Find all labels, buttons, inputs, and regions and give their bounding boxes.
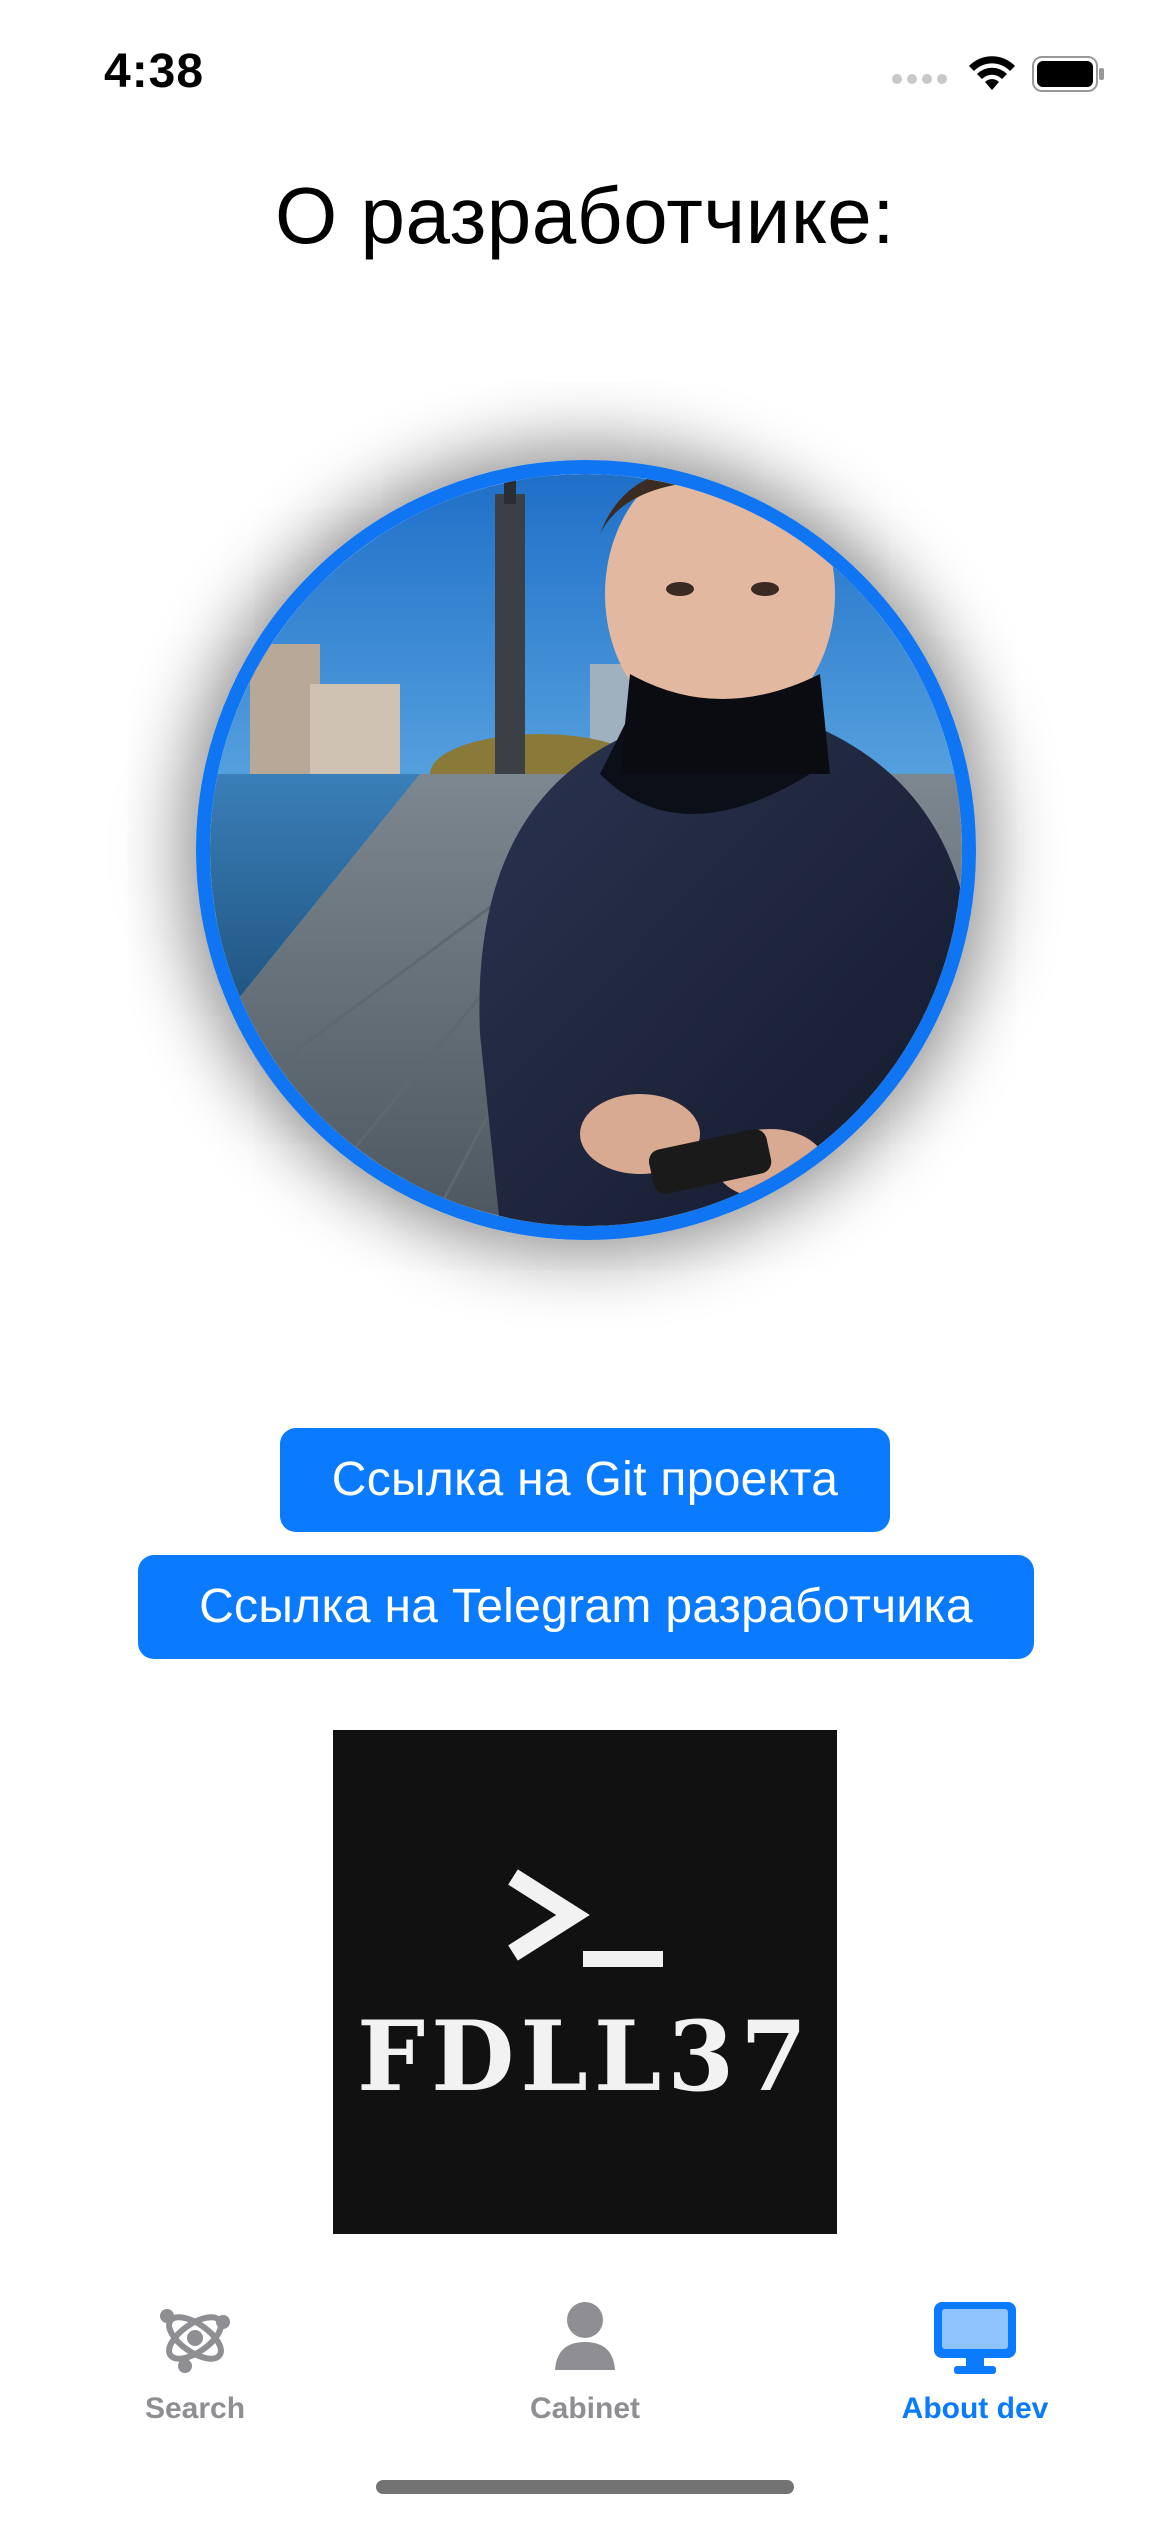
tab-about-dev-label: About dev [901, 2392, 1049, 2425]
home-indicator [376, 2480, 794, 2494]
telegram-link-button[interactable]: Ссылка на Telegram разработчика [138, 1555, 1034, 1659]
status-bar: 4:38 [0, 0, 1170, 140]
tab-cabinet-label: Cabinet [529, 2392, 640, 2425]
tab-cabinet[interactable]: Cabinet [390, 2250, 780, 2470]
cellular-signal-icon [892, 74, 948, 88]
status-time: 4:38 [104, 45, 205, 98]
tab-search[interactable]: Search [0, 2250, 390, 2470]
page-title: О разработчике: [275, 171, 895, 260]
battery-icon [1032, 56, 1104, 92]
avatar-photo [210, 474, 962, 1226]
fdll37-logo: FDLL37 [333, 1730, 837, 2234]
git-link-button[interactable]: Ссылка на Git проекта [280, 1428, 890, 1532]
person-icon [555, 2302, 615, 2370]
developer-avatar [196, 460, 976, 1240]
status-icons [892, 50, 1112, 100]
wifi-icon [969, 56, 1015, 90]
terminal-prompt-icon [508, 1869, 663, 1967]
molecule-icon [160, 2309, 230, 2373]
tab-about-dev[interactable]: About dev [780, 2250, 1170, 2470]
tab-search-label: Search [144, 2392, 246, 2425]
desktop-computer-icon [934, 2302, 1016, 2374]
logo-text: FDLL37 [357, 2000, 813, 2113]
